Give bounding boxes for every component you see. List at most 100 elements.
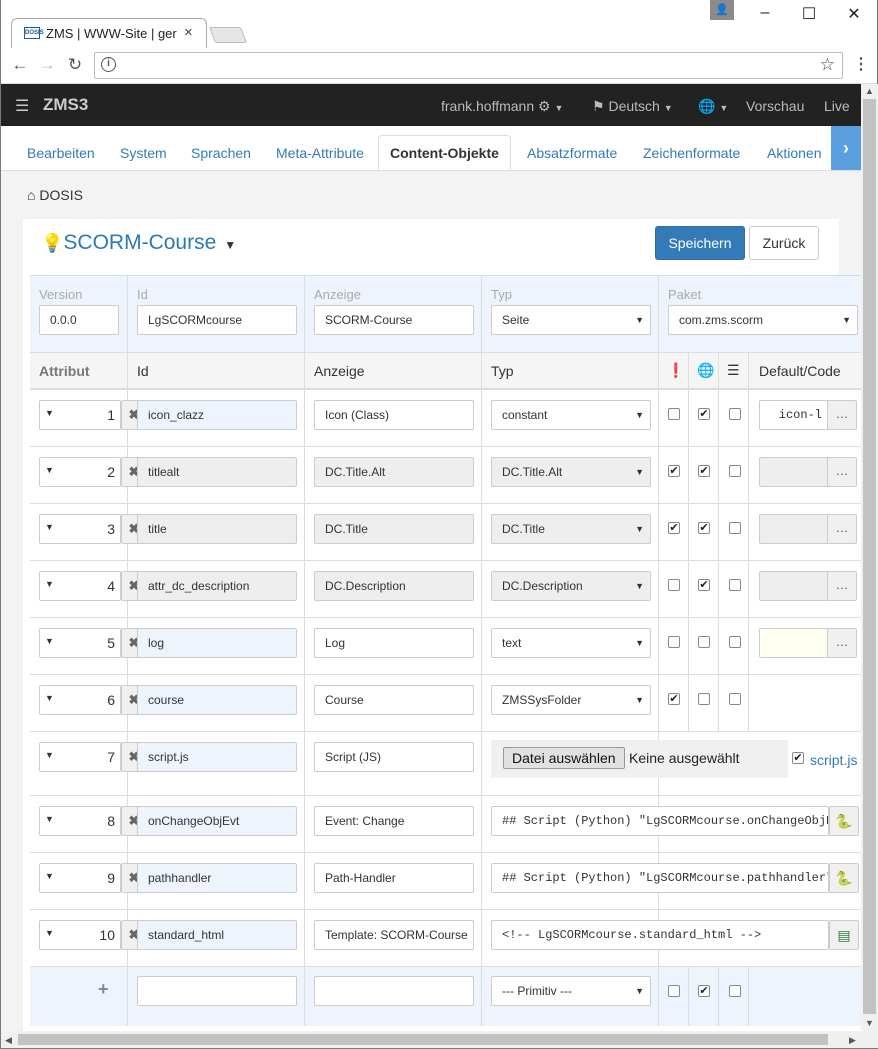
code-field[interactable]: ## Script (Python) "LgSCORMcourse.onChan…: [491, 806, 829, 836]
scroll-left-icon[interactable]: ◀: [5, 1035, 12, 1046]
info-icon[interactable]: i: [101, 57, 116, 72]
repetitive-checkbox[interactable]: [729, 522, 741, 534]
default-code-field[interactable]: [759, 571, 829, 601]
attribute-id-input[interactable]: titlealt: [137, 457, 297, 487]
multilang-checkbox[interactable]: ✔: [698, 408, 710, 420]
attribute-type-select[interactable]: ZMSSysFolder: [491, 685, 651, 715]
new-tab-button[interactable]: [209, 27, 247, 43]
multilang-checkbox[interactable]: ✔: [698, 579, 710, 591]
package-select[interactable]: com.zms.scorm: [668, 305, 858, 335]
order-select[interactable]: ▼ 2: [39, 457, 121, 487]
default-code-field[interactable]: [759, 628, 829, 658]
new-multilang-checkbox[interactable]: ✔: [698, 985, 710, 997]
attribute-id-input[interactable]: pathhandler: [137, 863, 297, 893]
order-select[interactable]: ▼ 9: [39, 863, 121, 893]
language-menu[interactable]: ⚑ Deutsch ▼: [592, 98, 673, 115]
mandatory-checkbox[interactable]: ✔: [668, 465, 680, 477]
globe-menu[interactable]: 🌐 ▼: [698, 98, 728, 115]
attribute-display-input[interactable]: DC.Description: [314, 571, 474, 601]
file-checkbox[interactable]: ✔: [792, 752, 804, 764]
save-button[interactable]: Speichern: [655, 226, 745, 260]
scroll-thumb[interactable]: [863, 99, 876, 1014]
attribute-display-input[interactable]: Script (JS): [314, 742, 474, 772]
attribute-id-input[interactable]: title: [137, 514, 297, 544]
attribute-type-select[interactable]: DC.Title: [491, 514, 651, 544]
attribute-id-input[interactable]: course: [137, 685, 297, 715]
attribute-display-input[interactable]: Path-Handler: [314, 863, 474, 893]
repetitive-checkbox[interactable]: [729, 579, 741, 591]
mandatory-checkbox[interactable]: ✔: [668, 693, 680, 705]
display-input[interactable]: SCORM-Course: [314, 305, 474, 335]
add-icon[interactable]: +: [98, 979, 109, 1000]
new-id-input[interactable]: [137, 976, 297, 1006]
default-code-field[interactable]: [759, 514, 829, 544]
tab-system[interactable]: System: [109, 136, 178, 171]
default-code-field[interactable]: [759, 457, 829, 487]
multilang-checkbox[interactable]: [698, 693, 710, 705]
repetitive-checkbox[interactable]: [729, 693, 741, 705]
order-select[interactable]: ▼ 8: [39, 806, 121, 836]
attribute-type-select[interactable]: constant: [491, 400, 651, 430]
order-select[interactable]: ▼ 7: [39, 742, 121, 772]
more-button[interactable]: …: [827, 400, 857, 430]
order-select[interactable]: ▼ 10: [39, 920, 121, 950]
python-icon[interactable]: 🐍: [829, 863, 859, 893]
mandatory-checkbox[interactable]: [668, 636, 680, 648]
app-brand[interactable]: ZMS3: [43, 95, 88, 115]
mandatory-checkbox[interactable]: ✔: [668, 522, 680, 534]
version-input[interactable]: 0.0.0: [39, 305, 119, 335]
attribute-id-input[interactable]: standard_html: [137, 920, 297, 950]
scroll-down-icon[interactable]: ▼: [865, 1018, 874, 1028]
python-icon[interactable]: 🐍: [829, 806, 859, 836]
breadcrumb[interactable]: ⌂ DOSIS: [27, 187, 83, 203]
browser-tab[interactable]: DOSIS ZMS | WWW-Site | ger ×: [11, 18, 207, 48]
preview-link[interactable]: Vorschau: [746, 98, 804, 114]
multilang-checkbox[interactable]: ✔: [698, 465, 710, 477]
mandatory-checkbox[interactable]: [668, 408, 680, 420]
code-field[interactable]: <!-- LgSCORMcourse.standard_html -->: [491, 920, 829, 950]
order-select[interactable]: ▼ 1: [39, 400, 121, 430]
more-button[interactable]: …: [827, 628, 857, 658]
attribute-display-input[interactable]: Icon (Class): [314, 400, 474, 430]
page-title[interactable]: 💡SCORM-Course ▼: [41, 231, 236, 255]
attribute-type-select[interactable]: DC.Title.Alt: [491, 457, 651, 487]
close-window-icon[interactable]: ✕: [844, 4, 864, 24]
order-select[interactable]: ▼ 5: [39, 628, 121, 658]
more-button[interactable]: …: [827, 571, 857, 601]
back-icon[interactable]: ←: [10, 55, 30, 75]
file-link[interactable]: script.js: [810, 752, 857, 768]
order-select[interactable]: ▼ 6: [39, 685, 121, 715]
id-input[interactable]: LgSCORMcourse: [137, 305, 297, 335]
attribute-display-input[interactable]: Template: SCORM-Course: [314, 920, 474, 950]
minimize-icon[interactable]: –: [755, 4, 775, 22]
tab-zeichenformate[interactable]: Zeichenformate: [632, 136, 751, 171]
profile-icon[interactable]: 👤: [710, 0, 734, 20]
horizontal-scrollbar[interactable]: ◀ ▶: [1, 1031, 878, 1048]
new-display-input[interactable]: [314, 976, 474, 1006]
attribute-id-input[interactable]: script.js: [137, 742, 297, 772]
repetitive-checkbox[interactable]: [729, 636, 741, 648]
tab-absatzformate[interactable]: Absatzformate: [516, 136, 628, 171]
repetitive-checkbox[interactable]: [729, 465, 741, 477]
mandatory-checkbox[interactable]: [668, 579, 680, 591]
default-code-field[interactable]: icon-l: [759, 400, 829, 430]
new-type-select[interactable]: --- Primitiv ---: [491, 976, 651, 1006]
user-menu[interactable]: frank.hoffmann ⚙ ▼: [441, 98, 563, 115]
address-bar[interactable]: i ☆: [94, 52, 843, 79]
attribute-display-input[interactable]: DC.Title: [314, 514, 474, 544]
attribute-display-input[interactable]: DC.Title.Alt: [314, 457, 474, 487]
order-select[interactable]: ▼ 4: [39, 571, 121, 601]
tab-sprachen[interactable]: Sprachen: [180, 136, 262, 171]
new-mandatory-checkbox[interactable]: [668, 985, 680, 997]
browser-menu-icon[interactable]: ⋮: [853, 54, 869, 74]
attribute-id-input[interactable]: onChangeObjEvt: [137, 806, 297, 836]
reload-icon[interactable]: ↻: [65, 55, 85, 75]
more-button[interactable]: …: [827, 457, 857, 487]
attribute-type-select[interactable]: text: [491, 628, 651, 658]
multilang-checkbox[interactable]: ✔: [698, 522, 710, 534]
new-repetitive-checkbox[interactable]: [729, 985, 741, 997]
hamburger-icon[interactable]: ☰: [15, 96, 29, 116]
tab-aktionen[interactable]: Aktionen: [756, 136, 832, 171]
scroll-up-icon[interactable]: ▲: [865, 86, 874, 96]
maximize-icon[interactable]: ☐: [799, 4, 819, 24]
